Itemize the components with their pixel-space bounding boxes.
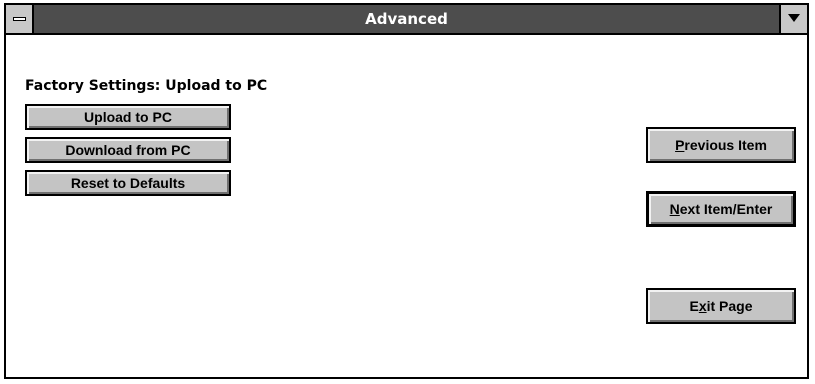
next-item-enter-button[interactable]: Next Item/Enter [646, 191, 796, 227]
title-bar[interactable]: Advanced [6, 5, 807, 35]
dash-icon [13, 17, 26, 21]
upload-to-pc-button[interactable]: Upload to PC [25, 104, 231, 130]
download-from-pc-button[interactable]: Download from PC [25, 137, 231, 163]
exit-page-mnemonic: x [698, 297, 707, 314]
exit-page-prefix: E [689, 297, 699, 314]
reset-to-defaults-button[interactable]: Reset to Defaults [25, 170, 231, 196]
system-menu-button[interactable] [6, 5, 34, 33]
next-item-mnemonic: N [669, 200, 680, 217]
down-arrow-icon [788, 14, 800, 22]
advanced-window: Advanced Factory Settings: Upload to PC … [4, 3, 809, 379]
exit-page-label: it Page [706, 297, 753, 314]
previous-item-button[interactable]: Previous Item [646, 127, 796, 163]
window-title: Advanced [365, 10, 448, 28]
client-area: Factory Settings: Upload to PC Upload to… [6, 35, 807, 377]
previous-item-label: revious Item [684, 136, 767, 153]
next-item-label: ext Item/Enter [679, 200, 773, 217]
factory-settings-status: Factory Settings: Upload to PC [25, 78, 268, 94]
exit-page-button[interactable]: Exit Page [646, 288, 796, 324]
minimize-button[interactable] [779, 5, 807, 33]
